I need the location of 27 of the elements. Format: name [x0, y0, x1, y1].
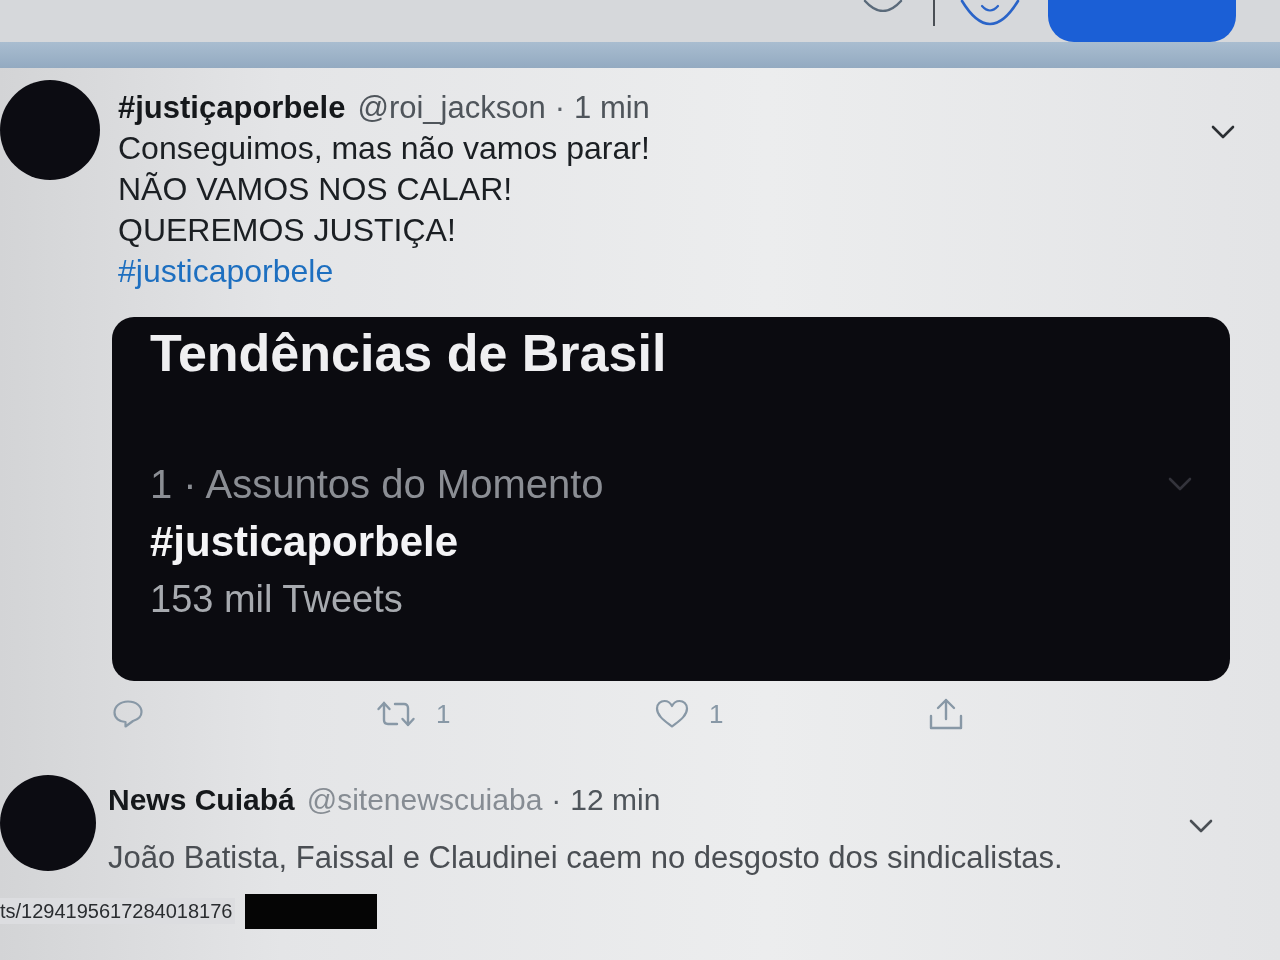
separator-dot: · — [554, 88, 566, 127]
author-name[interactable]: #justiçaporbele — [118, 84, 346, 132]
trend-count: 153 mil Tweets — [150, 577, 403, 621]
action-button[interactable] — [1048, 0, 1236, 42]
share-icon — [928, 696, 964, 731]
trend-name[interactable]: #justicaporbele — [150, 517, 459, 567]
trend-rank: 1 · Assuntos do Momento — [150, 461, 604, 508]
separator-dot: · — [551, 781, 562, 818]
retweet-icon — [376, 700, 416, 728]
tweet-text: NÃO VAMOS NOS CALAR! — [118, 170, 513, 209]
smiley-icon — [960, 0, 1020, 26]
tweet-text: Conseguimos, mas não vamos parar! — [118, 129, 650, 168]
card-title: Tendências de Brasil — [150, 323, 667, 383]
chevron-down-icon — [1168, 477, 1192, 491]
hashtag-link[interactable]: #justicaporbele — [118, 251, 334, 292]
status-url: ts/1294195617284018176 — [0, 898, 236, 924]
tweet-text: QUEREMOS JUSTIÇA! — [118, 211, 456, 250]
chevron-down-icon[interactable] — [1211, 125, 1235, 139]
heart-icon — [655, 698, 689, 729]
author-name[interactable]: News Cuiabá — [108, 776, 295, 822]
tweet-time[interactable]: 1 min — [574, 84, 650, 132]
tweet-text: João Batista, Faissal e Claudinei caem no desgosto dos sindicalistas. — [108, 839, 1063, 877]
chevron-down-icon[interactable] — [1189, 819, 1213, 833]
arc-icon — [863, 0, 903, 12]
tweet-time[interactable]: 12 min — [570, 776, 661, 822]
comment-icon — [112, 698, 144, 729]
author-handle[interactable]: @roi_jackson — [357, 84, 546, 132]
